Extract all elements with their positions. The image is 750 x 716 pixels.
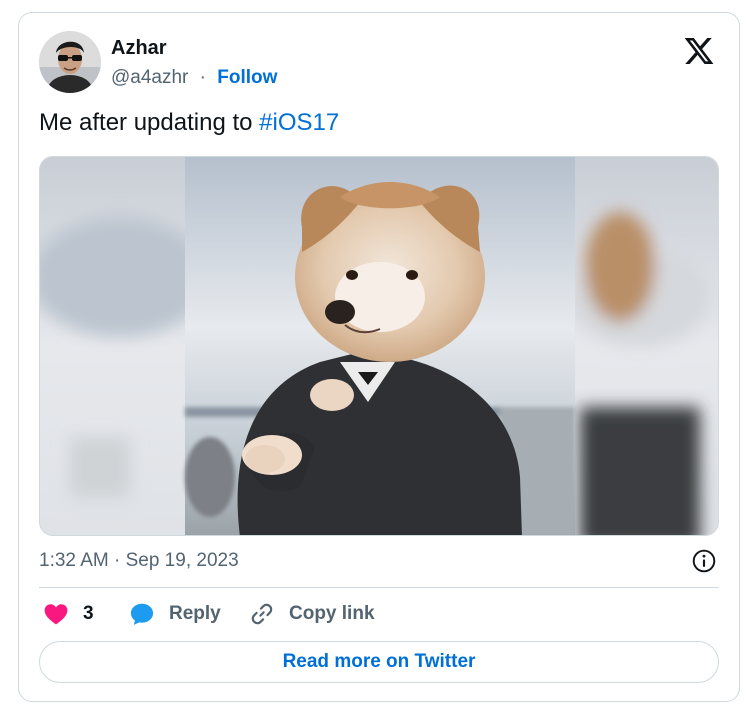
copy-link-label: Copy link — [289, 603, 375, 624]
read-more-button[interactable]: Read more on Twitter — [39, 641, 719, 683]
author-name[interactable]: Azhar — [111, 37, 167, 60]
tweet-card: Azhar @a4azhr · Follow Me after updating… — [18, 12, 740, 702]
tweet-timestamp[interactable]: 1:32 AM · Sep 19, 2023 — [39, 550, 239, 572]
reply-label: Reply — [169, 603, 221, 624]
handle-separator: · — [199, 67, 206, 88]
tweet-body: Me after updating to — [39, 109, 260, 136]
avatar-image — [39, 31, 101, 93]
info-icon[interactable] — [691, 548, 717, 574]
timestamp-row: 1:32 AM · Sep 19, 2023 — [39, 548, 719, 576]
like-button[interactable]: 3 — [43, 599, 94, 629]
author-handle-row: @a4azhr · Follow — [111, 67, 277, 89]
author-handle[interactable]: @a4azhr — [111, 67, 188, 88]
puppy-in-suit-image — [40, 157, 718, 535]
action-bar: 3 Reply Copy link — [39, 599, 719, 629]
reply-button[interactable]: Reply — [129, 599, 221, 629]
like-count: 3 — [83, 603, 94, 624]
heart-icon — [44, 604, 68, 625]
reply-bubble-icon — [130, 603, 154, 625]
avatar[interactable] — [39, 31, 101, 93]
tweet-text: Me after updating to #iOS17 — [39, 109, 339, 137]
link-icon — [251, 603, 273, 625]
x-logo-icon[interactable] — [683, 35, 715, 67]
copy-link-button[interactable]: Copy link — [249, 599, 375, 629]
divider — [39, 587, 719, 588]
follow-button[interactable]: Follow — [217, 67, 277, 88]
hashtag-link[interactable]: #iOS17 — [259, 109, 339, 136]
tweet-header: Azhar @a4azhr · Follow — [39, 31, 719, 93]
tweet-media[interactable] — [39, 156, 719, 536]
